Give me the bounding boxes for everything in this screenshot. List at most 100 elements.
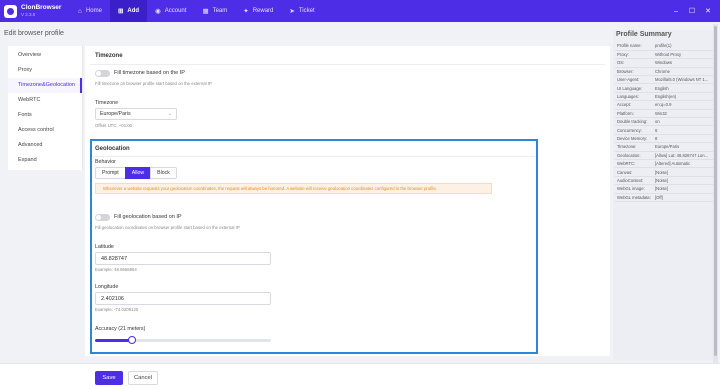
summary-row: Platform: Win32 [615, 109, 717, 119]
summary-value: [Allow] Lat: 48.828747 Lon... [653, 151, 717, 160]
summary-row: Browser: Chrome [615, 67, 717, 77]
nav-item-team[interactable]: ▦ Team [194, 0, 235, 22]
app-version: V 2.3.0 [21, 11, 36, 17]
summary-value: [Noise] [653, 176, 717, 186]
minimize-button[interactable]: – [668, 8, 684, 15]
menu-item-proxy[interactable]: Proxy [8, 63, 82, 78]
summary-row: WebGL image: [Noise] [615, 184, 717, 194]
team-icon: ▦ [202, 8, 209, 15]
geolocation-ip-toggle[interactable] [95, 214, 110, 221]
nav-item-home[interactable]: ⌂ Home [70, 0, 110, 22]
summary-row: Accept: en;q=0.9 [615, 100, 717, 110]
menu-item-access-control[interactable]: Access control [8, 123, 82, 138]
settings-menu: Overview Proxy Timezone&Geolocation WebR… [8, 46, 83, 170]
page-scrollbar[interactable] [713, 24, 718, 364]
nav-item-label: Team [212, 8, 228, 14]
nav-item-label: Add [127, 8, 140, 14]
main-panel: Timezone Fill timezone based on the IP F… [85, 46, 610, 356]
timezone-offset: Offset UTC: +01:00 [95, 123, 133, 128]
summary-row: UI Language: English [615, 83, 717, 93]
profile-summary-title: Profile Summary [616, 31, 672, 38]
geolocation-ip-hint: Fill geolocation coordinates on browser … [95, 225, 240, 230]
summary-value: Win32 [653, 109, 717, 119]
summary-key: WebGL metadata: [615, 193, 653, 202]
geolocation-warning: Whenever a website requests your geoloca… [95, 183, 492, 194]
close-button[interactable]: ✕ [700, 7, 716, 15]
summary-row: Proxy: Without Proxy [615, 50, 717, 60]
timezone-select[interactable]: Europe/Paris ⌄ [95, 108, 177, 120]
top-nav-bar: ClonBrowser V 2.3.0 ⌂ Home ⊞ Add ◉ Accou… [0, 0, 720, 22]
summary-table: Profile name: profile(1) Proxy: Without Pro… [615, 42, 717, 202]
nav-item-add[interactable]: ⊞ Add [109, 0, 148, 22]
menu-item-overview[interactable]: Overview [8, 48, 82, 63]
timezone-ip-toggle[interactable] [95, 70, 110, 77]
summary-value: [Noise] [653, 184, 717, 194]
geolocation-ip-toggle-label: Fill geolocation based on IP [114, 214, 182, 220]
summary-row: Double tracking: on [615, 117, 717, 127]
restore-button[interactable]: ☐ [684, 7, 700, 15]
summary-row: WebRTC: [Altered] Automatic [615, 159, 717, 169]
summary-value: English(en) [653, 92, 717, 102]
home-icon: ⌂ [78, 7, 82, 15]
summary-value: 6 [653, 125, 717, 135]
menu-item-advanced[interactable]: Advanced [8, 138, 82, 153]
nav-item-reward[interactable]: ✦ Reward [235, 0, 281, 22]
nav-item-label: Account [164, 8, 187, 14]
summary-value: [Noise] [653, 167, 717, 177]
summary-value: Mozilla/5.0 (Windows NT 1... [653, 75, 717, 85]
nav-item-account[interactable]: ◉ Account [147, 0, 194, 22]
nav-item-ticket[interactable]: ➤ Ticket [281, 0, 322, 22]
latitude-input[interactable] [95, 252, 271, 265]
divider [90, 156, 535, 157]
menu-item-fonts[interactable]: Fonts [8, 108, 82, 123]
add-icon: ⊞ [117, 8, 124, 15]
account-icon: ◉ [155, 8, 161, 15]
menu-item-webrtc[interactable]: WebRTC [8, 93, 82, 108]
geolocation-section-title: Geolocation [95, 146, 130, 152]
summary-key: WebRTC: [615, 159, 653, 169]
summary-row: OS: Windows [615, 58, 717, 68]
summary-value: Chrome [653, 67, 717, 77]
save-button[interactable]: Save [95, 371, 123, 385]
summary-row: Languages: English(en) [615, 92, 717, 102]
summary-key: Geolocation: [615, 151, 653, 160]
latitude-example: Example: 48.8656954 [95, 267, 137, 272]
timezone-ip-toggle-label: Fill timezone based on the IP [114, 70, 185, 76]
latitude-label: Latitude [95, 244, 114, 250]
summary-value: profile(1) [653, 42, 717, 51]
profile-summary: Profile Summary Profile name: profile(1) P… [613, 30, 717, 360]
timezone-field-label: Timezone [95, 100, 119, 106]
summary-key: Proxy: [615, 50, 653, 60]
cancel-button[interactable]: Cancel [128, 371, 158, 385]
behavior-block-button[interactable]: Block [150, 167, 177, 179]
longitude-input[interactable] [95, 292, 271, 305]
summary-value: Europe/Paris [653, 142, 717, 152]
nav-menu: ⌂ Home ⊞ Add ◉ Account ▦ Team ✦ Reward ➤… [70, 0, 323, 22]
scrollbar-thumb[interactable] [714, 26, 717, 356]
longitude-example: Example: -74.0209120 [95, 307, 139, 312]
reward-icon: ✦ [243, 8, 249, 15]
summary-row: AudioContext: [Noise] [615, 176, 717, 186]
timezone-section-title: Timezone [95, 53, 123, 59]
window-controls: – ☐ ✕ [668, 0, 716, 22]
summary-key: Device Memory: [615, 134, 653, 144]
longitude-label: Longitude [95, 284, 119, 290]
behavior-prompt-button[interactable]: Prompt [95, 167, 126, 179]
menu-item-timezone-geolocation[interactable]: Timezone&Geolocation [8, 78, 82, 93]
summary-key: Accept: [615, 100, 653, 110]
accuracy-slider-handle[interactable] [127, 336, 136, 344]
accuracy-slider[interactable] [95, 336, 271, 344]
behavior-allow-button[interactable]: Allow [124, 167, 152, 179]
timezone-select-value: Europe/Paris [100, 111, 131, 117]
summary-key: WebGL image: [615, 184, 653, 194]
summary-row: Device Memory: 8 [615, 134, 717, 144]
divider [90, 64, 605, 65]
summary-key: Concurrency: [615, 125, 653, 135]
menu-item-expand[interactable]: Expand [8, 153, 82, 168]
nav-item-label: Ticket [298, 8, 315, 14]
ticket-icon: ➤ [289, 8, 295, 15]
app-logo: ClonBrowser V 2.3.0 [0, 4, 70, 18]
timezone-ip-hint: Fill timezone on browser profile start b… [95, 81, 212, 86]
summary-row: Canvas: [Noise] [615, 167, 717, 177]
summary-key: User-Agent: [615, 75, 653, 85]
